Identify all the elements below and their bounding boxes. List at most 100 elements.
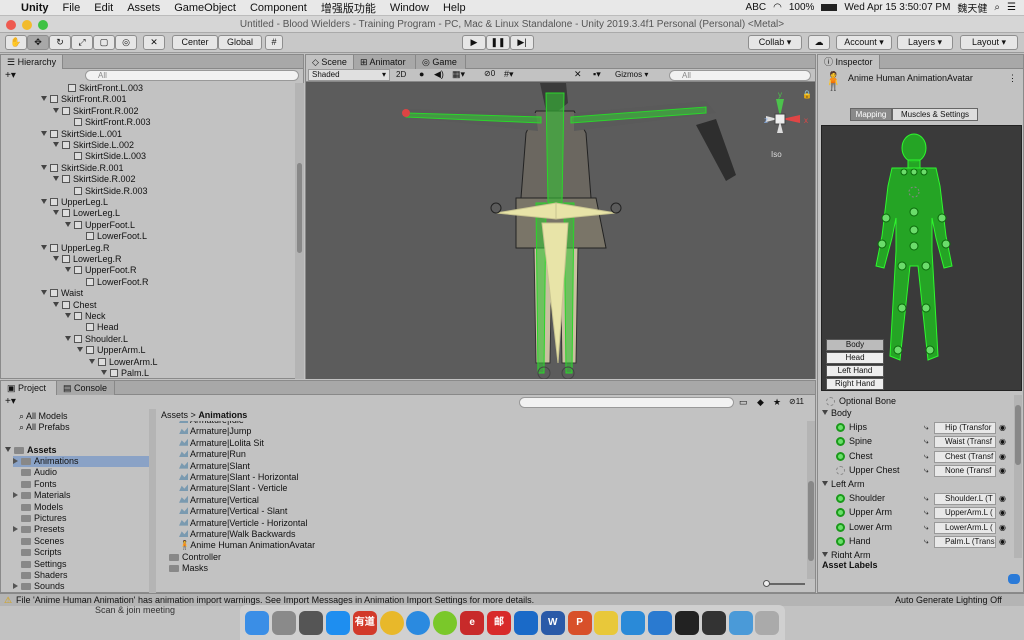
dock-word-icon[interactable]: W xyxy=(540,610,565,635)
layout-dropdown[interactable]: Layout ▾ xyxy=(960,35,1018,50)
tab-mapping[interactable]: Mapping xyxy=(850,108,892,121)
clock[interactable]: Wed Apr 15 3:50:07 PM xyxy=(844,2,950,13)
hierarchy-item[interactable]: LowerLeg.R xyxy=(53,254,122,265)
project-asset-item[interactable]: Armature|Walk Backwards xyxy=(179,529,296,540)
auto-lighting-status[interactable]: Auto Generate Lighting Off xyxy=(895,594,1002,606)
hierarchy-item[interactable]: SkirtFront.R.002 xyxy=(53,106,139,117)
bone-group-header[interactable]: Body xyxy=(822,408,852,419)
dock-finder-icon[interactable] xyxy=(245,610,270,635)
hierarchy-item[interactable]: SkirtSide.R.003 xyxy=(65,186,148,197)
menu-help[interactable]: Help xyxy=(436,2,473,14)
collab-button[interactable]: Collab ▾ xyxy=(748,35,802,50)
hierarchy-item[interactable]: SkirtFront.R.003 xyxy=(65,117,151,128)
object-picker-icon[interactable]: ◉ xyxy=(999,507,1009,518)
project-asset-item[interactable]: Armature|Vertical xyxy=(179,495,259,506)
file-list-scrollbar[interactable] xyxy=(807,421,815,579)
object-picker-icon[interactable]: ◉ xyxy=(999,536,1009,547)
project-search-input[interactable] xyxy=(519,397,734,408)
dock-trash-icon[interactable] xyxy=(755,610,780,635)
object-picker-icon[interactable]: ◉ xyxy=(999,451,1009,462)
custom-tool-button[interactable]: ✕ xyxy=(143,35,165,50)
hierarchy-item[interactable]: UpperFoot.R xyxy=(65,265,137,276)
dock-outlook-icon[interactable] xyxy=(513,610,538,635)
right-hand-button[interactable]: Right Hand xyxy=(826,378,884,390)
object-picker-icon[interactable]: ◉ xyxy=(999,436,1009,447)
dock-quark-icon[interactable] xyxy=(433,610,458,635)
hierarchy-scrollbar[interactable] xyxy=(295,83,304,379)
move-tool-button[interactable]: ✥ xyxy=(27,35,49,50)
bone-group-header[interactable]: Left Arm xyxy=(822,479,865,490)
asset-labels-icon[interactable] xyxy=(1008,574,1020,584)
tab-inspector[interactable]: ⓘ Inspector xyxy=(818,55,880,69)
asset-labels-header[interactable]: Asset Labels xyxy=(822,560,878,570)
camera-dropdown[interactable]: ▪▾ xyxy=(593,69,601,80)
hierarchy-item[interactable]: SkirtFront.R.001 xyxy=(41,94,127,105)
pivot-global-toggle[interactable]: Global xyxy=(218,35,262,50)
hierarchy-item[interactable]: LowerArm.L xyxy=(89,357,158,368)
scale-tool-button[interactable]: ⤢ xyxy=(71,35,93,50)
project-asset-item[interactable]: Armature|Jump xyxy=(179,426,251,437)
close-window-button[interactable] xyxy=(6,20,16,30)
dock-app-store-icon[interactable] xyxy=(325,610,350,635)
dock-chrome-icon[interactable] xyxy=(379,610,404,635)
dock-unity-2-icon[interactable] xyxy=(701,610,726,635)
project-folder[interactable]: Scenes xyxy=(13,536,64,547)
dock-youdao-icon[interactable]: 有道 xyxy=(352,610,377,635)
hierarchy-item[interactable]: LowerFoot.R xyxy=(77,277,149,288)
hierarchy-item[interactable]: Shoulder.L xyxy=(65,334,128,345)
bone-transform-field[interactable]: None (Transf xyxy=(934,464,996,477)
bone-transform-field[interactable]: UpperArm.L ( xyxy=(934,507,996,520)
menu-edit[interactable]: Edit xyxy=(87,2,120,14)
dock-evernote-icon[interactable]: e xyxy=(460,610,485,635)
project-asset-item[interactable]: Armature|Slant - Horizontal xyxy=(179,472,298,483)
favorite-all-models[interactable]: ⌕ All Models xyxy=(19,411,68,422)
expand-arrow-icon[interactable] xyxy=(41,244,47,250)
toggle-2d-button[interactable]: 2D xyxy=(396,69,414,81)
expand-arrow-icon[interactable] xyxy=(65,313,71,318)
dock-mail-icon[interactable]: 邮 xyxy=(487,610,512,635)
project-asset-item[interactable]: Armature|Slant xyxy=(179,461,250,472)
rect-tool-button[interactable]: ▢ xyxy=(93,35,115,50)
scene-viewport[interactable]: y x z Iso 🔒 xyxy=(306,83,815,379)
hierarchy-create-button[interactable]: +▾ xyxy=(5,70,16,81)
expand-arrow-icon[interactable] xyxy=(65,335,71,341)
hierarchy-item[interactable]: Head xyxy=(77,322,119,333)
menu-assets[interactable]: Assets xyxy=(120,2,167,14)
play-button[interactable]: ▶ xyxy=(462,35,486,50)
project-asset-item[interactable]: Armature|Slant - Verticle xyxy=(179,483,287,494)
cloud-icon[interactable]: ☁ xyxy=(808,35,830,50)
hierarchy-item[interactable]: SkirtSide.R.002 xyxy=(53,174,136,185)
filter-type-icon[interactable]: ▭ xyxy=(739,397,748,408)
scroll-thumb[interactable] xyxy=(1015,405,1021,465)
maximize-window-button[interactable] xyxy=(38,20,48,30)
tools-icon[interactable]: ✕ xyxy=(574,69,582,80)
scroll-thumb[interactable] xyxy=(808,481,814,561)
hierarchy-item[interactable]: Palm.L xyxy=(101,368,149,379)
hierarchy-item[interactable]: Neck xyxy=(65,311,106,322)
rotate-tool-button[interactable]: ↻ xyxy=(49,35,71,50)
lighting-toggle-icon[interactable]: ● xyxy=(419,69,424,79)
menu-enhanced[interactable]: 增强版功能 xyxy=(314,0,383,16)
zoom-slider[interactable] xyxy=(763,580,805,587)
object-picker-icon[interactable]: ◉ xyxy=(999,493,1009,504)
project-folder[interactable]: Scripts xyxy=(13,547,62,558)
dock-downloads-icon[interactable] xyxy=(728,610,753,635)
expand-arrow-icon[interactable] xyxy=(53,256,59,261)
folder-assets[interactable]: Assets xyxy=(5,445,57,456)
inspector-menu-icon[interactable]: ⋮ xyxy=(1008,73,1017,84)
expand-arrow-icon[interactable] xyxy=(41,130,47,136)
project-asset-item[interactable]: Armature|Lolita Sit xyxy=(179,438,264,449)
expand-arrow-icon[interactable] xyxy=(53,210,59,216)
expand-arrow-icon[interactable] xyxy=(53,176,59,182)
tab-game[interactable]: ◎ Game xyxy=(416,55,466,69)
project-tree-scrollbar[interactable] xyxy=(149,409,156,593)
wifi-icon[interactable]: ◠ xyxy=(773,2,782,13)
input-method[interactable]: ABC xyxy=(746,2,767,13)
expand-arrow-icon[interactable] xyxy=(13,583,18,590)
project-folder[interactable]: Presets xyxy=(13,524,65,535)
hidden-packages-icon[interactable]: ⊘11 xyxy=(789,397,804,406)
breadcrumb-root[interactable]: Assets xyxy=(161,410,188,420)
audio-toggle-icon[interactable]: ◀) xyxy=(434,69,444,80)
zoom-slider-thumb[interactable] xyxy=(763,580,770,587)
expand-arrow-icon[interactable] xyxy=(13,492,18,499)
